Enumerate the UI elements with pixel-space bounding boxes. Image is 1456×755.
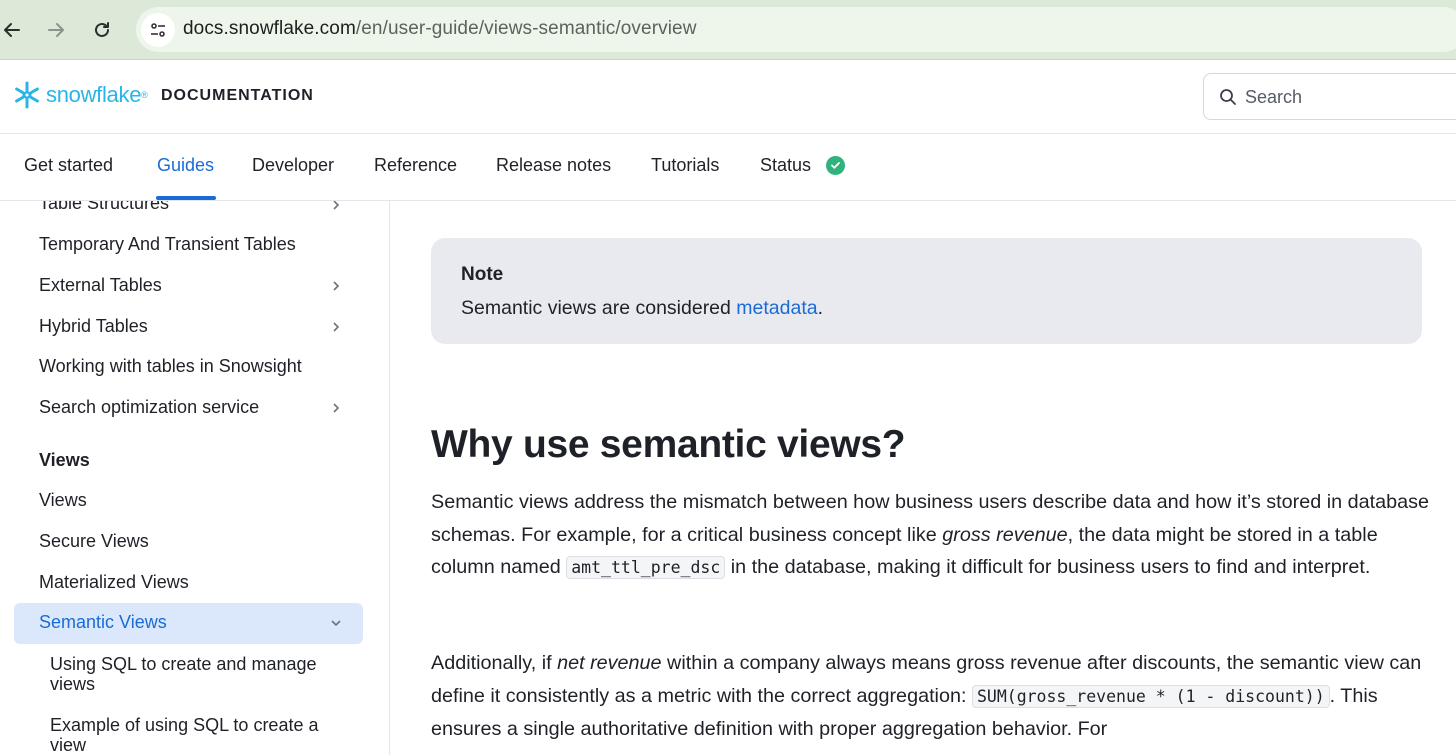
snowflake-icon: [15, 81, 39, 109]
browser-toolbar: docs.snowflake.com/en/user-guide/views-s…: [0, 0, 1456, 60]
sidebar-heading-views: Views: [39, 450, 90, 470]
tab-tutorials[interactable]: Tutorials: [651, 155, 719, 176]
chevron-right-icon[interactable]: [330, 321, 342, 333]
p2-text-a: Additionally, if: [431, 652, 558, 674]
note-end: .: [817, 297, 824, 319]
sidebar-item-search-optimization[interactable]: Search optimization service: [39, 397, 259, 418]
p1-text-c: in the database, making it difficult for…: [725, 556, 1371, 578]
sidebar: Table Structures Temporary And Transient…: [0, 201, 390, 755]
tab-reference[interactable]: Reference: [374, 155, 457, 176]
active-tab-indicator: [156, 196, 216, 200]
search-icon: [1220, 89, 1236, 105]
chevron-right-icon[interactable]: [330, 402, 342, 414]
sidebar-subitem-sql-example[interactable]: Example of using SQL to create a view: [50, 715, 350, 755]
metadata-link[interactable]: metadata: [736, 297, 817, 319]
reload-icon[interactable]: [86, 14, 118, 46]
sidebar-subitem-sql-create-manage[interactable]: Using SQL to create and manage views: [50, 654, 350, 694]
url-path: /en/user-guide/views-semantic/overview: [355, 18, 697, 39]
sidebar-item-views[interactable]: Views: [39, 490, 87, 511]
sidebar-item-secure-views[interactable]: Secure Views: [39, 531, 149, 552]
sidebar-item-hybrid-tables[interactable]: Hybrid Tables: [39, 316, 148, 337]
snowflake-logo[interactable]: snowflake ®: [12, 80, 148, 110]
status-ok-icon: [826, 156, 845, 175]
forward-icon[interactable]: [40, 14, 72, 46]
note-callout: Note Semantic views are considered metad…: [431, 238, 1422, 344]
logo-text: snowflake: [46, 82, 142, 107]
site-settings-icon[interactable]: [141, 13, 175, 47]
sidebar-item-temporary-tables[interactable]: Temporary And Transient Tables: [39, 234, 296, 255]
chevron-right-icon[interactable]: [330, 280, 342, 292]
tab-developer[interactable]: Developer: [252, 155, 334, 176]
chevron-right-icon[interactable]: [330, 201, 342, 211]
main-content: Note Semantic views are considered metad…: [391, 201, 1456, 755]
tab-release-notes[interactable]: Release notes: [496, 155, 611, 176]
p1-code: amt_ttl_pre_dsc: [566, 556, 726, 579]
search-input[interactable]: Search: [1203, 73, 1456, 120]
p1-emphasis: gross revenue: [942, 523, 1068, 546]
section-heading: Why use semantic views?: [431, 423, 906, 466]
note-body: Semantic views are considered metadata.: [461, 297, 823, 320]
logo-registered-mark: ®: [141, 90, 148, 100]
search-placeholder: Search: [1245, 87, 1303, 107]
sidebar-item-materialized-views[interactable]: Materialized Views: [39, 572, 189, 593]
sidebar-item-snowsight-tables[interactable]: Working with tables in Snowsight: [39, 356, 302, 377]
site-header: snowflake ® DOCUMENTATION Search: [0, 60, 1456, 134]
tab-status[interactable]: Status: [760, 155, 811, 176]
url-text[interactable]: docs.snowflake.com/en/user-guide/views-s…: [183, 18, 697, 40]
note-title: Note: [461, 264, 504, 285]
paragraph-1: Semantic views address the mismatch betw…: [431, 486, 1431, 585]
tab-get-started[interactable]: Get started: [24, 155, 113, 176]
url-host: docs.snowflake.com: [183, 18, 356, 39]
sidebar-item-external-tables[interactable]: External Tables: [39, 275, 162, 296]
tab-guides[interactable]: Guides: [157, 155, 214, 176]
sidebar-item-table-structures[interactable]: Table Structures: [39, 201, 169, 214]
chevron-down-icon[interactable]: [330, 617, 342, 629]
paragraph-2: Additionally, if net revenue within a co…: [431, 647, 1431, 746]
back-icon[interactable]: [0, 14, 28, 46]
top-nav: Get started Guides Developer Reference R…: [0, 134, 1456, 201]
p2-emphasis: net revenue: [557, 652, 662, 674]
note-text: Semantic views are considered: [461, 297, 737, 319]
p2-code: SUM(gross_revenue * (1 - discount)): [971, 684, 1330, 708]
sidebar-item-semantic-views[interactable]: Semantic Views: [39, 612, 167, 633]
section-label[interactable]: DOCUMENTATION: [161, 87, 314, 105]
